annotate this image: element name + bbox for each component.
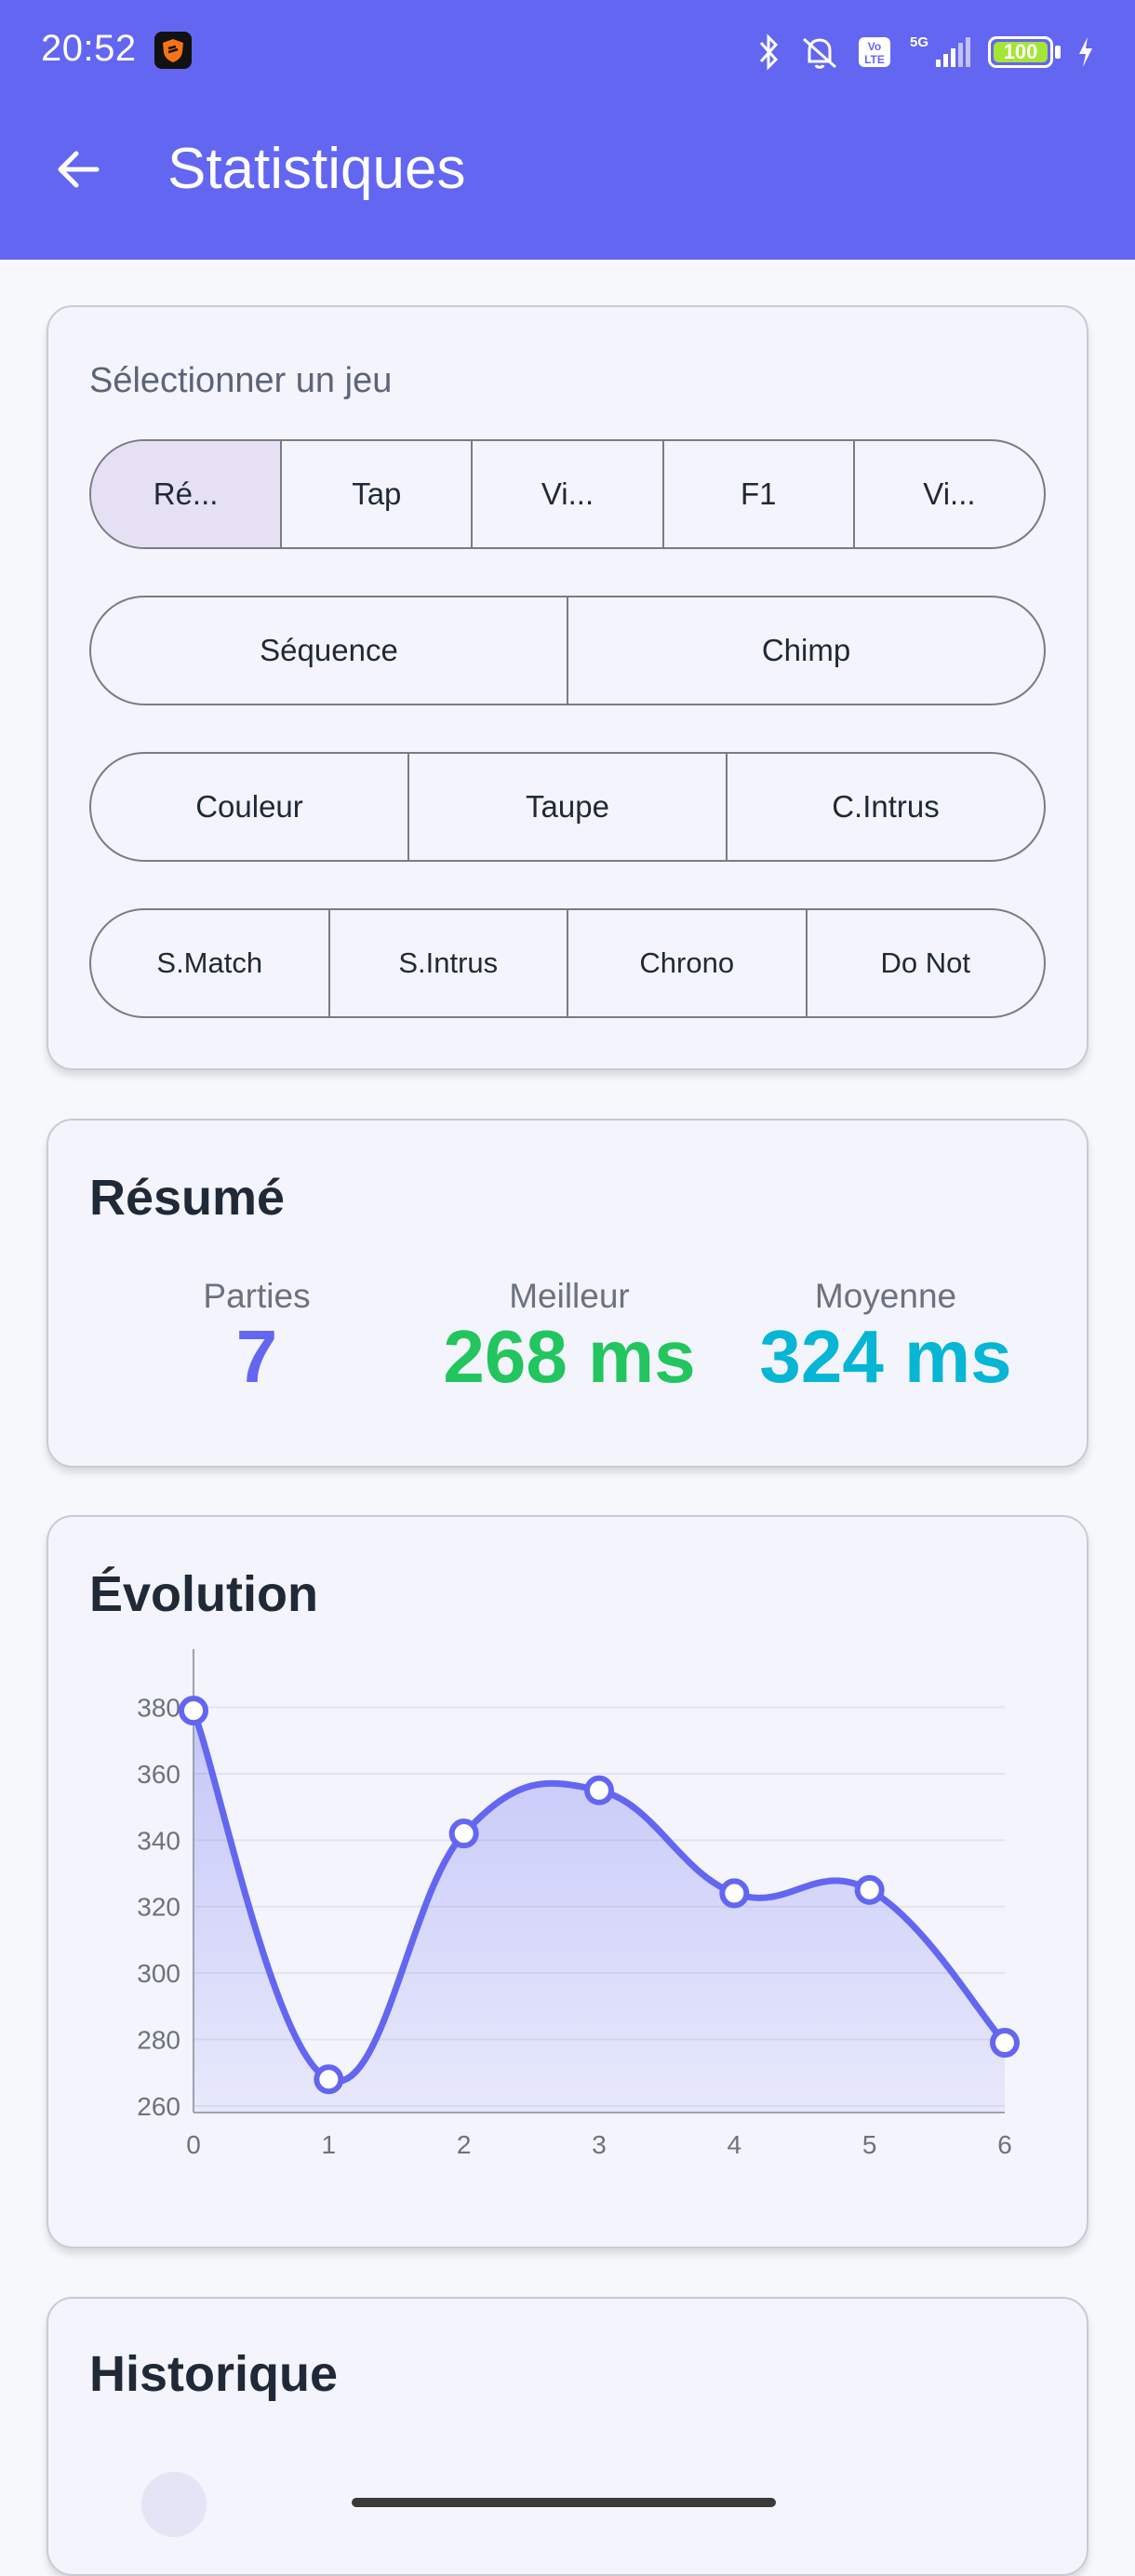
game-selector-card: Sélectionner un jeu Ré... Tap Vi... F1 V…	[47, 305, 1088, 1070]
battery-icon: 100	[988, 34, 1061, 71]
y-tick-label: 360	[137, 1760, 180, 1789]
evolution-line-chart: 260 280 300 320 340 360 380 0 1 2 3 4 5 6	[137, 1649, 1020, 2159]
svg-text:Vo: Vo	[868, 40, 881, 53]
summary-card: Résumé Parties 7 Meilleur 268 ms Moyenne…	[47, 1119, 1088, 1468]
bluetooth-icon	[757, 34, 781, 71]
status-time: 20:52	[41, 28, 137, 69]
arrow-left-icon	[58, 151, 100, 188]
game-option-c-intrus[interactable]: C.Intrus	[726, 754, 1044, 860]
app-header: 20:52 Vo LTE 5G 100 Statistiques	[0, 0, 1135, 260]
mute-bell-icon	[798, 34, 841, 71]
y-tick-label: 340	[137, 1826, 180, 1855]
svg-text:5G: 5G	[910, 34, 928, 50]
summary-title: Résumé	[89, 1170, 286, 1226]
x-tick-label: 2	[457, 2130, 472, 2159]
game-option-tap[interactable]: Tap	[280, 441, 471, 547]
data-point	[584, 1775, 614, 1805]
charging-icon	[1077, 34, 1094, 71]
stat-average-value: 324 ms	[759, 1315, 1012, 1398]
game-option-couleur[interactable]: Couleur	[91, 754, 407, 860]
data-point	[314, 2064, 344, 2095]
stat-games-value: 7	[235, 1315, 278, 1398]
battery-level: 100	[1003, 40, 1038, 63]
x-tick-label: 5	[862, 2130, 877, 2159]
y-tick-label: 260	[137, 2092, 180, 2121]
game-option-chrono[interactable]: Chrono	[567, 910, 806, 1016]
y-tick-label: 380	[137, 1694, 180, 1723]
game-option-vi-2[interactable]: Vi...	[852, 441, 1044, 547]
game-option-sequence[interactable]: Séquence	[91, 597, 567, 704]
volte-icon: Vo LTE	[858, 34, 891, 71]
x-tick-label: 3	[592, 2130, 607, 2159]
x-tick-label: 4	[728, 2130, 742, 2159]
stat-best: Meilleur 268 ms	[421, 1277, 718, 1394]
y-tick-label: 300	[137, 1959, 180, 1988]
game-option-reaction[interactable]: Ré...	[91, 441, 281, 547]
game-segment-row-4: S.Match S.Intrus Chrono Do Not	[89, 908, 1046, 1018]
stat-average-label: Moyenne	[814, 1277, 957, 1315]
game-segment-row-3: Couleur Taupe C.Intrus	[89, 752, 1046, 862]
stat-average: Moyenne 324 ms	[737, 1277, 1035, 1394]
stat-best-value: 268 ms	[443, 1315, 696, 1398]
page-title: Statistiques	[167, 137, 466, 201]
game-segment-row-2: Séquence Chimp	[89, 596, 1046, 705]
shield-app-icon	[154, 32, 192, 69]
history-card: Historique	[47, 2297, 1088, 2576]
stat-games-label: Parties	[203, 1277, 311, 1315]
game-option-s-intrus[interactable]: S.Intrus	[327, 910, 568, 1016]
selector-label: Sélectionner un jeu	[89, 361, 393, 400]
status-icons: Vo LTE 5G 100	[757, 26, 1094, 78]
y-tick-label: 280	[137, 2025, 180, 2054]
game-option-f1[interactable]: F1	[661, 441, 853, 547]
x-tick-label: 1	[322, 2130, 337, 2159]
area-fill	[194, 1711, 1005, 2113]
game-segment-row-1: Ré... Tap Vi... F1 Vi...	[89, 439, 1046, 549]
game-option-do-not[interactable]: Do Not	[805, 910, 1045, 1016]
stat-best-label: Meilleur	[509, 1277, 630, 1315]
data-point	[854, 1874, 885, 1905]
y-tick-label: 320	[137, 1893, 180, 1922]
data-point	[448, 1818, 479, 1849]
x-tick-label: 6	[997, 2130, 1012, 2159]
history-title: Historique	[89, 2346, 339, 2402]
game-option-taupe[interactable]: Taupe	[407, 754, 726, 860]
data-point	[990, 2028, 1020, 2059]
game-option-s-match[interactable]: S.Match	[91, 910, 328, 1016]
history-avatar	[141, 2472, 207, 2537]
game-option-vi-1[interactable]: Vi...	[471, 441, 661, 547]
back-button[interactable]	[48, 140, 108, 199]
svg-text:LTE: LTE	[864, 53, 885, 66]
stat-games: Parties 7	[108, 1277, 406, 1394]
signal-5g-icon: 5G	[908, 34, 971, 71]
data-point	[179, 1696, 208, 1726]
home-indicator[interactable]	[352, 2498, 776, 2507]
data-point	[719, 1878, 750, 1909]
game-option-chimp[interactable]: Chimp	[567, 597, 1044, 704]
x-tick-label: 0	[186, 2130, 201, 2159]
evolution-card: Évolution 260 280 300 320 340 360 380 0 1 2 3 4 5 6	[47, 1515, 1088, 2248]
